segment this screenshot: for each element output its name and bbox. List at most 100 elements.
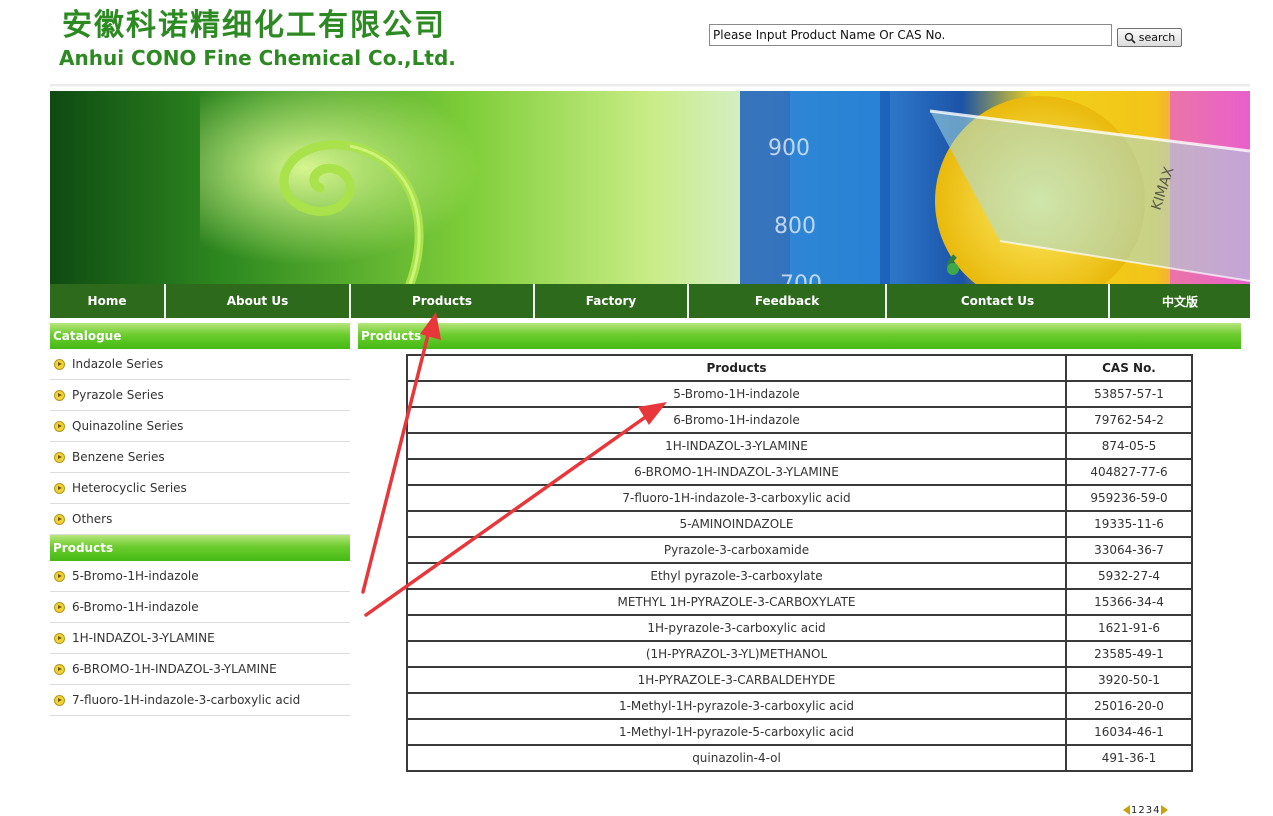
catalogue-item-pyrazole[interactable]: Pyrazole Series bbox=[50, 380, 350, 411]
table-row[interactable]: 1H-INDAZOL-3-YLAMINE 874-05-5 bbox=[406, 432, 1193, 460]
arrow-bullet-icon bbox=[54, 663, 65, 675]
cas-number-cell: 5932-27-4 bbox=[1065, 562, 1193, 590]
table-row[interactable]: 5-AMINOINDAZOLE 19335-11-6 bbox=[406, 510, 1193, 538]
nav-chinese-version[interactable]: 中文版 bbox=[1110, 284, 1250, 318]
table-row[interactable]: Pyrazole-3-carboxamide 33064-36-7 bbox=[406, 536, 1193, 564]
table-row[interactable]: 5-Bromo-1H-indazole 53857-57-1 bbox=[406, 380, 1193, 408]
nav-products[interactable]: Products bbox=[351, 284, 535, 318]
table-row[interactable]: quinazolin-4-ol 491-36-1 bbox=[406, 744, 1193, 772]
cas-number-cell: 53857-57-1 bbox=[1065, 380, 1193, 408]
catalogue-list: Indazole Series Pyrazole Series Quinazol… bbox=[50, 349, 350, 535]
arrow-bullet-icon bbox=[54, 358, 65, 370]
catalogue-item-label: Indazole Series bbox=[72, 357, 164, 371]
product-name-cell[interactable]: (1H-PYRAZOL-3-YL)METHANOL bbox=[406, 640, 1067, 668]
catalogue-item-label: Quinazoline Series bbox=[72, 419, 184, 433]
product-name-cell[interactable]: 1H-INDAZOL-3-YLAMINE bbox=[406, 432, 1067, 460]
table-row[interactable]: 7-fluoro-1H-indazole-3-carboxylic acid 95… bbox=[406, 484, 1193, 512]
product-name-cell[interactable]: 1-Methyl-1H-pyrazole-5-carboxylic acid bbox=[406, 718, 1067, 746]
search-input[interactable] bbox=[709, 24, 1112, 46]
product-name-cell[interactable]: 6-Bromo-1H-indazole bbox=[406, 406, 1067, 434]
table-row[interactable]: 6-BROMO-1H-INDAZOL-3-YLAMINE 404827-77-6 bbox=[406, 458, 1193, 486]
product-name-cell[interactable]: 1H-PYRAZOLE-3-CARBALDEHYDE bbox=[406, 666, 1067, 694]
sidebar-product-item[interactable]: 7-fluoro-1H-indazole-3-carboxylic acid bbox=[50, 685, 350, 716]
sidebar-product-label: 5-Bromo-1H-indazole bbox=[72, 569, 199, 583]
catalogue-item-others[interactable]: Others bbox=[50, 504, 350, 535]
header-divider bbox=[50, 84, 1250, 87]
table-row[interactable]: 1-Methyl-1H-pyrazole-5-carboxylic acid 16… bbox=[406, 718, 1193, 746]
catalogue-item-heterocyclic[interactable]: Heterocyclic Series bbox=[50, 473, 350, 504]
sidebar-product-item[interactable]: 6-BROMO-1H-INDAZOL-3-YLAMINE bbox=[50, 654, 350, 685]
previous-page-icon[interactable] bbox=[1123, 805, 1130, 815]
table-row[interactable]: (1H-PYRAZOL-3-YL)METHANOL 23585-49-1 bbox=[406, 640, 1193, 668]
arrow-bullet-icon bbox=[54, 482, 65, 494]
product-name-cell[interactable]: 5-AMINOINDAZOLE bbox=[406, 510, 1067, 538]
catalogue-item-label: Others bbox=[72, 512, 113, 526]
cas-number-cell: 25016-20-0 bbox=[1065, 692, 1193, 720]
sidebar-product-item[interactable]: 1H-INDAZOL-3-YLAMINE bbox=[50, 623, 350, 654]
page-link[interactable]: 2 bbox=[1138, 805, 1144, 816]
products-table: Products CAS No. 5-Bromo-1H-indazole 5385… bbox=[406, 354, 1193, 772]
cas-number-cell: 404827-77-6 bbox=[1065, 458, 1193, 486]
page-link[interactable]: 3 bbox=[1146, 805, 1152, 816]
product-name-cell[interactable]: 6-BROMO-1H-INDAZOL-3-YLAMINE bbox=[406, 458, 1067, 486]
table-row[interactable]: 6-Bromo-1H-indazole 79762-54-2 bbox=[406, 406, 1193, 434]
cas-number-cell: 16034-46-1 bbox=[1065, 718, 1193, 746]
page-link[interactable]: 4 bbox=[1153, 805, 1159, 816]
product-name-cell[interactable]: quinazolin-4-ol bbox=[406, 744, 1067, 772]
sidebar-product-item[interactable]: 6-Bromo-1H-indazole bbox=[50, 592, 350, 623]
sidebar-product-item[interactable]: 5-Bromo-1H-indazole bbox=[50, 561, 350, 592]
catalogue-heading: Catalogue bbox=[50, 323, 350, 349]
table-row[interactable]: METHYL 1H-PYRAZOLE-3-CARBOXYLATE 15366-34… bbox=[406, 588, 1193, 616]
nav-feedback[interactable]: Feedback bbox=[689, 284, 887, 318]
page-link[interactable]: 1 bbox=[1131, 805, 1137, 816]
cas-number-cell: 1621-91-6 bbox=[1065, 614, 1193, 642]
product-name-cell[interactable]: METHYL 1H-PYRAZOLE-3-CARBOXYLATE bbox=[406, 588, 1067, 616]
cas-number-cell: 79762-54-2 bbox=[1065, 406, 1193, 434]
nav-contact-us[interactable]: Contact Us bbox=[887, 284, 1110, 318]
cas-number-cell: 19335-11-6 bbox=[1065, 510, 1193, 538]
arrow-bullet-icon bbox=[54, 451, 65, 463]
table-row[interactable]: 1-Methyl-1H-pyrazole-3-carboxylic acid 25… bbox=[406, 692, 1193, 720]
table-row[interactable]: 1H-pyrazole-3-carboxylic acid 1621-91-6 bbox=[406, 614, 1193, 642]
nav-about-us[interactable]: About Us bbox=[166, 284, 351, 318]
search-button[interactable]: search bbox=[1117, 28, 1182, 47]
catalogue-item-label: Benzene Series bbox=[72, 450, 165, 464]
hero-banner: 900 800 700 KIMAX bbox=[50, 91, 1250, 284]
catalogue-item-indazole[interactable]: Indazole Series bbox=[50, 349, 350, 380]
arrow-bullet-icon bbox=[54, 694, 65, 706]
products-table-body: 5-Bromo-1H-indazole 53857-57-1 6-Bromo-1H-… bbox=[406, 380, 1193, 772]
cas-number-cell: 23585-49-1 bbox=[1065, 640, 1193, 668]
product-name-cell[interactable]: 1H-pyrazole-3-carboxylic acid bbox=[406, 614, 1067, 642]
catalogue-item-benzene[interactable]: Benzene Series bbox=[50, 442, 350, 473]
catalogue-item-quinazoline[interactable]: Quinazoline Series bbox=[50, 411, 350, 442]
sidebar-product-label: 6-Bromo-1H-indazole bbox=[72, 600, 199, 614]
arrow-bullet-icon bbox=[54, 632, 65, 644]
arrow-bullet-icon bbox=[54, 570, 65, 582]
next-page-icon[interactable] bbox=[1160, 805, 1168, 815]
cas-number-cell: 15366-34-4 bbox=[1065, 588, 1193, 616]
nav-home[interactable]: Home bbox=[50, 284, 166, 318]
product-name-cell[interactable]: 5-Bromo-1H-indazole bbox=[406, 380, 1067, 408]
sidebar-products-heading: Products bbox=[50, 535, 350, 561]
product-name-cell[interactable]: 1-Methyl-1H-pyrazole-3-carboxylic acid bbox=[406, 692, 1067, 720]
logo-chinese-name: 安徽科诺精细化工有限公司 bbox=[62, 8, 446, 43]
nav-factory[interactable]: Factory bbox=[535, 284, 689, 318]
cas-number-cell: 33064-36-7 bbox=[1065, 536, 1193, 564]
product-name-cell[interactable]: Ethyl pyrazole-3-carboxylate bbox=[406, 562, 1067, 590]
catalogue-item-label: Pyrazole Series bbox=[72, 388, 164, 402]
product-name-cell[interactable]: 7-fluoro-1H-indazole-3-carboxylic acid bbox=[406, 484, 1067, 512]
sidebar-products-list: 5-Bromo-1H-indazole 6-Bromo-1H-indazole … bbox=[50, 561, 350, 716]
table-row[interactable]: Ethyl pyrazole-3-carboxylate 5932-27-4 bbox=[406, 562, 1193, 590]
logo-english-name: Anhui CONO Fine Chemical Co.,Ltd. bbox=[59, 46, 456, 70]
cas-number-cell: 491-36-1 bbox=[1065, 744, 1193, 772]
main-navigation: Home About Us Products Factory Feedback … bbox=[50, 284, 1250, 318]
cas-number-cell: 874-05-5 bbox=[1065, 432, 1193, 460]
sidebar-product-label: 6-BROMO-1H-INDAZOL-3-YLAMINE bbox=[72, 662, 277, 676]
table-row[interactable]: 1H-PYRAZOLE-3-CARBALDEHYDE 3920-50-1 bbox=[406, 666, 1193, 694]
arrow-bullet-icon bbox=[54, 601, 65, 613]
sidebar-product-label: 1H-INDAZOL-3-YLAMINE bbox=[72, 631, 215, 645]
product-name-cell[interactable]: Pyrazole-3-carboxamide bbox=[406, 536, 1067, 564]
cas-number-cell: 959236-59-0 bbox=[1065, 484, 1193, 512]
column-header-cas: CAS No. bbox=[1065, 354, 1193, 382]
table-header-row: Products CAS No. bbox=[406, 354, 1193, 382]
